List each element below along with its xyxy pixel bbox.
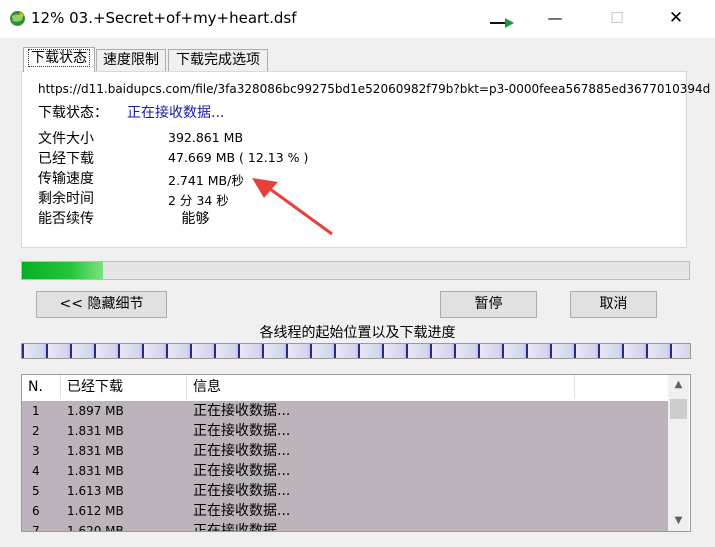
file-size-value: 392.861 MB: [168, 130, 244, 145]
scroll-thumb[interactable]: [670, 399, 687, 419]
row-info: 正在接收数据...: [193, 483, 291, 499]
title-bar[interactable]: 12% 03.+Secret+of+my+heart.dsf — ☐ ✕: [0, 0, 715, 38]
row-info: 正在接收数据...: [193, 503, 291, 519]
close-button[interactable]: ✕: [663, 7, 689, 29]
resume-support-value: 能够: [168, 211, 210, 227]
tab-completion-options[interactable]: 下载完成选项: [168, 49, 268, 71]
row-number: 1: [32, 404, 40, 418]
row-info: 正在接收数据...: [193, 423, 291, 439]
downloaded-label: 已经下载: [38, 151, 94, 167]
globe-icon: [10, 11, 25, 26]
download-url: https://d11.baidupcs.com/file/3fa328086b…: [38, 82, 711, 96]
green-arrow-icon: [490, 18, 514, 28]
scroll-up-icon[interactable]: ▲: [668, 375, 689, 395]
tab-label: 速度限制: [103, 52, 159, 68]
time-remaining-label: 剩余时间: [38, 191, 94, 207]
row-number: 3: [32, 444, 40, 458]
column-header-downloaded[interactable]: 已经下载: [61, 375, 187, 399]
column-header-n[interactable]: N.: [22, 375, 61, 399]
pause-button[interactable]: 暂停: [440, 291, 537, 318]
row-number: 2: [32, 424, 40, 438]
row-info: 正在接收数据...: [193, 403, 291, 419]
transfer-speed-value: 2.741 MB/秒: [168, 173, 244, 188]
annotation-arrow-icon: [252, 178, 333, 236]
minimize-button[interactable]: —: [542, 7, 568, 29]
table-row[interactable]: 6 1.612 MB 正在接收数据...: [22, 501, 668, 521]
table-row[interactable]: 3 1.831 MB 正在接收数据...: [22, 441, 668, 461]
column-header-info[interactable]: 信息: [187, 375, 575, 399]
table-row[interactable]: 5 1.613 MB 正在接收数据...: [22, 481, 668, 501]
row-number: 5: [32, 484, 40, 498]
hide-details-button[interactable]: << 隐藏细节: [36, 291, 167, 318]
time-remaining-value: 2 分 34 秒: [168, 193, 229, 208]
row-downloaded: 1.613 MB: [67, 484, 124, 498]
progress-fill: [22, 262, 103, 279]
resume-support-label: 能否续传: [38, 211, 94, 227]
row-number: 6: [32, 504, 40, 518]
table-row[interactable]: 7 1.620 MB 正在接收数据...: [22, 521, 668, 532]
table-row[interactable]: 2 1.831 MB 正在接收数据...: [22, 421, 668, 441]
thread-progress-strip: [21, 343, 691, 359]
thread-list-header: N. 已经下载 信息: [22, 375, 668, 399]
tab-speed-limit[interactable]: 速度限制: [96, 49, 166, 71]
cancel-button[interactable]: 取消: [570, 291, 657, 318]
downloaded-value: 47.669 MB ( 12.13 % ): [168, 150, 309, 165]
status-label: 下载状态：: [38, 105, 108, 121]
threads-caption: 各线程的起始位置以及下载进度: [259, 325, 456, 341]
scroll-down-icon[interactable]: ▼: [668, 511, 689, 531]
tab-label: 下载状态: [28, 49, 90, 67]
table-row[interactable]: 4 1.831 MB 正在接收数据...: [22, 461, 668, 481]
download-progress-bar: [21, 261, 690, 280]
tab-download-status[interactable]: 下载状态: [23, 47, 95, 72]
row-info: 正在接收数据...: [193, 443, 291, 459]
row-info: 正在接收数据...: [193, 463, 291, 479]
row-downloaded: 1.831 MB: [67, 424, 124, 438]
maximize-button[interactable]: ☐: [604, 7, 630, 29]
tab-label: 下载完成选项: [176, 52, 260, 68]
row-downloaded: 1.612 MB: [67, 504, 124, 518]
row-info: 正在接收数据...: [193, 523, 291, 532]
window-title: 12% 03.+Secret+of+my+heart.dsf: [31, 9, 297, 27]
transfer-speed-label: 传输速度: [38, 171, 94, 187]
row-downloaded: 1.620 MB: [67, 524, 124, 532]
thread-list[interactable]: N. 已经下载 信息 1 1.897 MB 正在接收数据... 2 1.831 …: [21, 374, 691, 532]
vertical-scrollbar[interactable]: ▲ ▼: [668, 375, 689, 531]
row-number: 4: [32, 464, 40, 478]
row-downloaded: 1.831 MB: [67, 464, 124, 478]
row-downloaded: 1.897 MB: [67, 404, 124, 418]
row-number: 7: [32, 524, 40, 532]
table-row[interactable]: 1 1.897 MB 正在接收数据...: [22, 401, 668, 421]
status-panel: [21, 71, 687, 248]
status-value: 正在接收数据...: [127, 105, 225, 121]
row-downloaded: 1.831 MB: [67, 444, 124, 458]
file-size-label: 文件大小: [38, 131, 94, 147]
